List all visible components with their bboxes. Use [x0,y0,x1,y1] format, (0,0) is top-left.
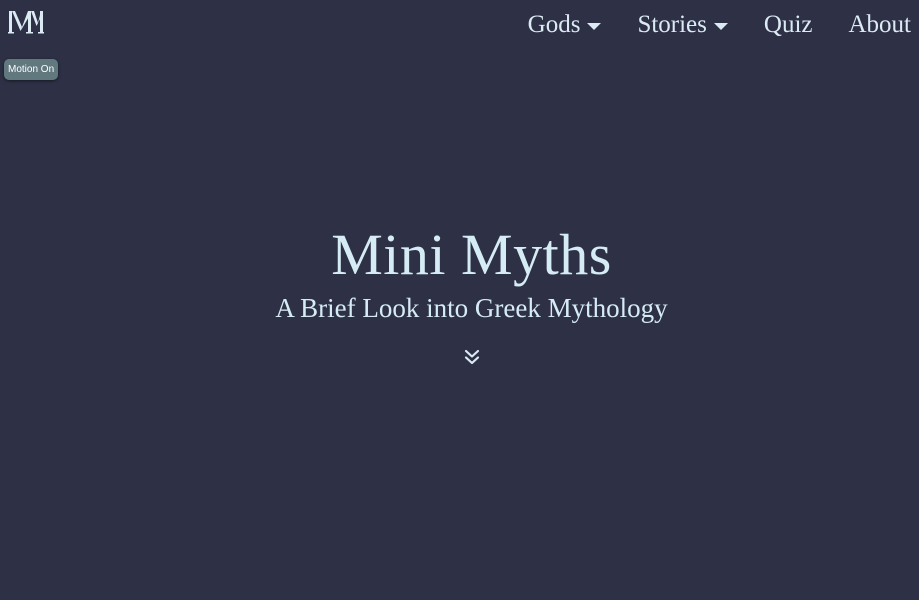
main-nav: Gods Stories Quiz About [528,8,911,42]
hero-title: Mini Myths [331,222,612,287]
nav-about-link[interactable]: About [849,8,912,42]
nav-stories-label: Stories [637,11,707,38]
hero-subtitle: A Brief Look into Greek Mythology [275,293,668,323]
double-chevron-down-icon[interactable] [463,348,481,366]
nav-gods-label: Gods [527,11,581,38]
caret-down-icon [587,23,602,30]
hero-section: Mini Myths A Brief Look into Greek Mytho… [0,218,919,324]
motion-toggle-button[interactable]: Motion On [4,59,59,80]
nav-about-label: About [848,11,912,38]
nav-stories-dropdown[interactable]: Stories [637,8,728,42]
caret-down-icon [713,23,728,30]
nav-quiz-link[interactable]: Quiz [764,8,813,42]
nav-quiz-label: Quiz [763,11,813,38]
nav-gods-dropdown[interactable]: Gods [528,8,602,42]
mm-logo-icon[interactable] [8,9,44,35]
